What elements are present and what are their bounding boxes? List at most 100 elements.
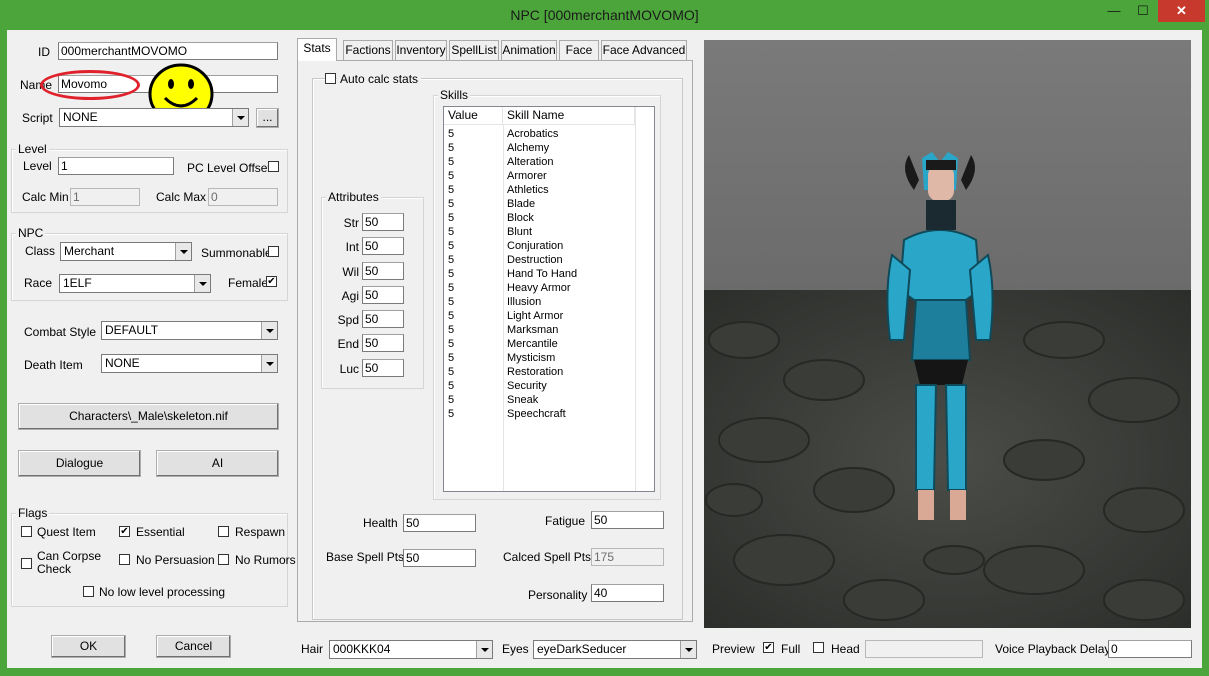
calc-max-label: Calc Max xyxy=(156,190,207,204)
skill-value: 5 xyxy=(448,128,455,140)
dialogue-button[interactable]: Dialogue xyxy=(18,450,141,477)
voice-delay-label: Voice Playback Delay xyxy=(995,642,1111,656)
can-corpse-check-checkbox[interactable] xyxy=(21,558,32,569)
skill-name: Sneak xyxy=(507,394,539,406)
skills-header-value[interactable]: Value xyxy=(444,107,503,125)
skill-row[interactable]: 5 Blade xyxy=(444,197,635,211)
skill-row[interactable]: 5 Destruction xyxy=(444,253,635,267)
skills-header-name[interactable]: Skill Name xyxy=(503,107,635,125)
attribute-field[interactable]: 50 xyxy=(362,310,404,328)
health-field[interactable]: 50 xyxy=(403,514,476,532)
dialog-client: ID 000merchantMOVOMO Name Movomo Script … xyxy=(7,30,1202,668)
combat-style-select[interactable]: DEFAULT xyxy=(101,321,278,340)
attribute-field[interactable]: 50 xyxy=(362,359,404,377)
preview-viewport[interactable] xyxy=(704,40,1191,628)
script-select[interactable]: NONE xyxy=(59,108,249,127)
title-bar: NPC [000merchantMOVOMO] — ☐ ✕ xyxy=(0,0,1209,30)
script-value: NONE xyxy=(63,110,98,124)
annotation-circle xyxy=(40,70,140,100)
race-select[interactable]: 1ELF xyxy=(59,274,211,293)
skill-row[interactable]: 5 Alchemy xyxy=(444,141,635,155)
skill-row[interactable]: 5 Blunt xyxy=(444,225,635,239)
attribute-field[interactable]: 50 xyxy=(362,237,404,255)
skill-name: Blade xyxy=(507,198,536,210)
skill-name: Block xyxy=(507,212,534,224)
script-browse-button[interactable]: ... xyxy=(256,108,279,128)
attribute-label: Luc xyxy=(339,362,359,376)
personality-field[interactable]: 40 xyxy=(591,584,664,602)
attribute-label: Str xyxy=(343,216,359,230)
attribute-field[interactable]: 50 xyxy=(362,334,404,352)
skill-row[interactable]: 5 Illusion xyxy=(444,295,635,309)
tab-spelllist[interactable]: SpellList xyxy=(449,40,499,60)
hair-select[interactable]: 000KKK04 xyxy=(329,640,493,659)
skill-row[interactable]: 5 Light Armor xyxy=(444,309,635,323)
cancel-button[interactable]: Cancel xyxy=(156,635,231,658)
skeleton-button[interactable]: Characters\_Male\skeleton.nif xyxy=(18,403,279,430)
skill-row[interactable]: 5 Alteration xyxy=(444,155,635,169)
tab-inventory[interactable]: Inventory xyxy=(395,40,447,60)
summonable-checkbox[interactable] xyxy=(268,246,279,257)
no-rumors-checkbox[interactable] xyxy=(218,554,229,565)
tab-face-advanced[interactable]: Face Advanced xyxy=(601,40,687,60)
chevron-down-icon xyxy=(261,355,277,372)
fatigue-label: Fatigue xyxy=(545,514,586,528)
id-field[interactable]: 000merchantMOVOMO xyxy=(58,42,278,60)
pc-level-offset-checkbox[interactable] xyxy=(268,161,279,172)
auto-calc-checkbox[interactable] xyxy=(325,73,336,84)
skill-value: 5 xyxy=(448,170,455,182)
calc-max-field: 0 xyxy=(208,188,278,206)
base-spell-field[interactable]: 50 xyxy=(403,549,476,567)
skill-row[interactable]: 5 Sneak xyxy=(444,393,635,407)
maximize-icon[interactable]: ☐ xyxy=(1129,0,1157,22)
essential-checkbox[interactable]: ✔ xyxy=(119,526,130,537)
skill-row[interactable]: 5 Athletics xyxy=(444,183,635,197)
fatigue-field[interactable]: 50 xyxy=(591,511,664,529)
quest-item-checkbox[interactable] xyxy=(21,526,32,537)
skill-row[interactable]: 5 Conjuration xyxy=(444,239,635,253)
skill-row[interactable]: 5 Restoration xyxy=(444,365,635,379)
skill-row[interactable]: 5 Speechcraft xyxy=(444,407,635,421)
attribute-field[interactable]: 50 xyxy=(362,286,404,304)
skills-list[interactable]: Value Skill Name 5 Acrobatics 5 Alchemy 5 Alt… xyxy=(443,106,655,492)
close-icon[interactable]: ✕ xyxy=(1158,0,1205,22)
tab-factions[interactable]: Factions xyxy=(343,40,393,60)
minimize-icon[interactable]: — xyxy=(1100,0,1128,22)
hair-value: 000KKK04 xyxy=(333,642,391,656)
skill-row[interactable]: 5 Mercantile xyxy=(444,337,635,351)
no-low-level-checkbox[interactable] xyxy=(83,586,94,597)
skill-row[interactable]: 5 Block xyxy=(444,211,635,225)
skill-row[interactable]: 5 Acrobatics xyxy=(444,127,635,141)
attribute-label: Agi xyxy=(341,289,359,303)
ai-button[interactable]: AI xyxy=(156,450,279,477)
no-persuasion-checkbox[interactable] xyxy=(119,554,130,565)
eyes-select[interactable]: eyeDarkSeducer xyxy=(533,640,697,659)
skill-row[interactable]: 5 Marksman xyxy=(444,323,635,337)
skill-row[interactable]: 5 Heavy Armor xyxy=(444,281,635,295)
tab-stats[interactable]: Stats xyxy=(297,38,337,61)
skill-row[interactable]: 5 Armorer xyxy=(444,169,635,183)
death-item-select[interactable]: NONE xyxy=(101,354,278,373)
attribute-field[interactable]: 50 xyxy=(362,262,404,280)
base-spell-label: Base Spell Pts xyxy=(326,550,405,564)
attribute-field[interactable]: 50 xyxy=(362,213,404,231)
skill-row[interactable]: 5 Security xyxy=(444,379,635,393)
tab-face[interactable]: Face xyxy=(559,40,599,60)
female-checkbox[interactable]: ✔ xyxy=(266,276,277,287)
tab-animation[interactable]: Animation xyxy=(501,40,557,60)
preview-status-field xyxy=(865,640,983,658)
class-select[interactable]: Merchant xyxy=(60,242,192,261)
npc-window: NPC [000merchantMOVOMO] — ☐ ✕ ID 000merc… xyxy=(0,0,1209,676)
skill-value: 5 xyxy=(448,310,455,322)
respawn-checkbox[interactable] xyxy=(218,526,229,537)
class-label: Class xyxy=(25,244,56,258)
skill-row[interactable]: 5 Hand To Hand xyxy=(444,267,635,281)
level-field[interactable]: 1 xyxy=(58,157,174,175)
skill-value: 5 xyxy=(448,226,455,238)
head-checkbox[interactable] xyxy=(813,642,824,653)
full-checkbox[interactable]: ✔ xyxy=(763,642,774,653)
skill-row[interactable]: 5 Mysticism xyxy=(444,351,635,365)
ok-button[interactable]: OK xyxy=(51,635,126,658)
skill-value: 5 xyxy=(448,352,455,364)
voice-delay-field[interactable]: 0 xyxy=(1108,640,1192,658)
